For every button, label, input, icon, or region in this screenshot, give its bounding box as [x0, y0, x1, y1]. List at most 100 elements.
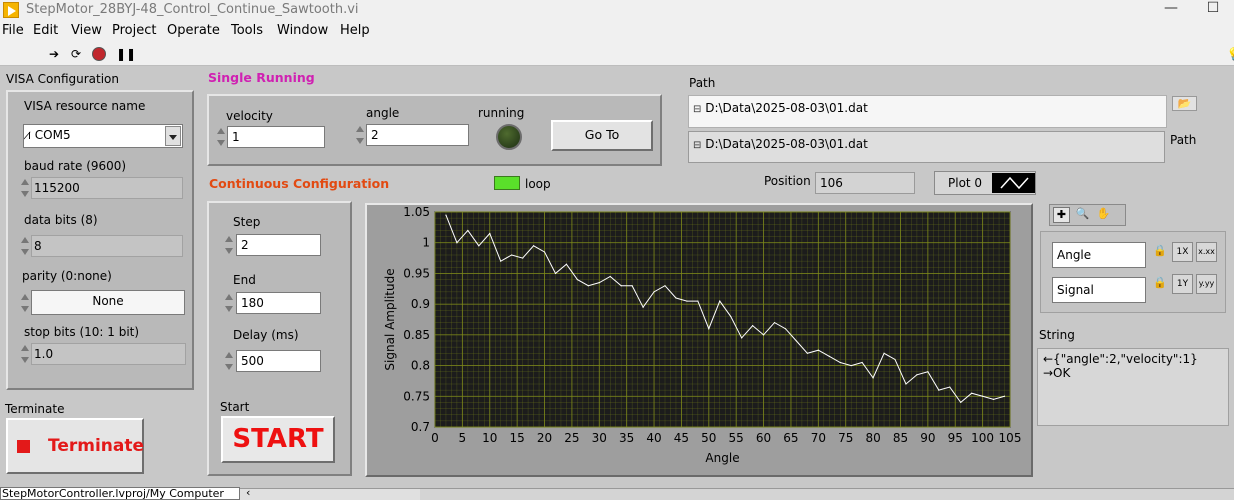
- maximize-icon[interactable]: ☐: [1198, 0, 1228, 20]
- terminate-button[interactable]: Terminate: [6, 418, 144, 474]
- graph-palette: ✚ 🔍 ✋: [1049, 204, 1126, 226]
- y-format-icon[interactable]: y.yy: [1196, 274, 1217, 294]
- signal-data-point: [456, 242, 458, 244]
- start-button[interactable]: START: [221, 416, 335, 463]
- signal-data-point: [642, 306, 644, 308]
- baud-rate-field[interactable]: 115200: [31, 177, 183, 199]
- signal-data-point: [861, 361, 863, 364]
- plot-line-style-icon: [992, 173, 1035, 193]
- visa-resource-label: VISA resource name: [24, 99, 146, 113]
- signal-data-point: [971, 392, 973, 394]
- signal-data-point: [883, 352, 885, 354]
- x-format-icon[interactable]: x.xx: [1196, 242, 1217, 262]
- single-running-title: Single Running: [208, 70, 315, 85]
- signal-data-point: [686, 300, 688, 302]
- browse-folder-icon[interactable]: 📂: [1172, 96, 1197, 111]
- menu-project[interactable]: Project: [112, 23, 156, 38]
- x-autoscale-icon[interactable]: 1X: [1172, 242, 1193, 262]
- string-label: String: [1039, 328, 1075, 342]
- angle-spinner-icon[interactable]: [355, 124, 365, 146]
- menu-view[interactable]: View: [71, 23, 102, 38]
- signal-data-point: [664, 285, 666, 287]
- plot-legend-label: Plot 0: [948, 176, 983, 190]
- terminate-button-label: Terminate: [48, 436, 145, 456]
- x-scale-name[interactable]: Angle: [1052, 242, 1146, 268]
- project-context[interactable]: StepMotorController.lvproj/My Computer: [0, 487, 240, 500]
- parity-ring[interactable]: None: [31, 290, 185, 315]
- pause-icon[interactable]: ❚❚: [116, 47, 136, 61]
- loop-led: [494, 176, 520, 190]
- stop-bits-spinner-icon[interactable]: [20, 343, 30, 365]
- stop-bits-field[interactable]: 1.0: [31, 343, 186, 365]
- zoom-icon[interactable]: 🔍: [1074, 207, 1091, 223]
- stop-square-icon: [17, 440, 30, 453]
- velocity-field[interactable]: 1: [227, 126, 325, 148]
- signal-data-point: [784, 328, 787, 330]
- menu-edit[interactable]: Edit: [33, 23, 58, 38]
- menu-file[interactable]: File: [2, 23, 24, 38]
- loop-label: loop: [525, 177, 551, 191]
- data-bits-field[interactable]: 8: [31, 235, 183, 257]
- go-to-button[interactable]: Go To: [551, 120, 653, 151]
- run-continuously-icon[interactable]: ⟳: [68, 47, 84, 61]
- path-icon: ⊟: [693, 140, 702, 151]
- velocity-spinner-icon[interactable]: [216, 126, 226, 148]
- string-line-received: →OK: [1043, 366, 1071, 380]
- menu-operate[interactable]: Operate: [167, 23, 220, 38]
- signal-data-point: [806, 352, 808, 354]
- step-field[interactable]: 2: [236, 234, 321, 256]
- signal-data-point: [708, 328, 710, 330]
- step-spinner-icon[interactable]: [224, 234, 234, 256]
- running-led: [496, 124, 522, 150]
- signal-data-point: [719, 300, 721, 302]
- horizontal-scrollbar[interactable]: [420, 489, 1234, 500]
- abort-icon[interactable]: [92, 47, 106, 61]
- path-indicator: ⊟ D:\Data\2025-08-03\01.dat: [688, 131, 1165, 163]
- signal-data-point: [675, 297, 677, 299]
- plot-legend[interactable]: Plot 0: [934, 171, 1036, 195]
- x-tick-label: 40: [646, 431, 661, 445]
- minimize-icon[interactable]: —: [1156, 0, 1186, 20]
- lock-icon[interactable]: 🔒: [1151, 244, 1169, 264]
- visa-resource-select[interactable]: I̸ COM5: [23, 124, 183, 148]
- baud-rate-spinner-icon[interactable]: [20, 177, 30, 199]
- signal-data-point: [905, 383, 907, 385]
- x-tick-label: 105: [999, 431, 1022, 445]
- continuous-title: Continuous Configuration: [209, 176, 390, 191]
- x-tick-label: 25: [564, 431, 579, 445]
- y-scale-name[interactable]: Signal: [1052, 277, 1146, 303]
- y-autoscale-icon[interactable]: 1Y: [1172, 274, 1193, 294]
- menu-tools[interactable]: Tools: [231, 23, 263, 38]
- delay-spinner-icon[interactable]: [224, 350, 234, 372]
- delay-field[interactable]: 500: [236, 350, 321, 372]
- visa-resource-value: COM5: [34, 128, 71, 142]
- signal-data-point: [949, 386, 951, 388]
- signal-data-point: [741, 337, 743, 339]
- crosshair-cursor-icon[interactable]: ✚: [1053, 207, 1070, 223]
- x-tick-label: 5: [459, 431, 467, 445]
- x-tick-label: 10: [482, 431, 497, 445]
- x-tick-label: 45: [674, 431, 689, 445]
- lightbulb-icon[interactable]: 💡: [1226, 47, 1234, 61]
- signal-data-point: [653, 291, 655, 293]
- end-field[interactable]: 180: [236, 292, 321, 314]
- menu-help[interactable]: Help: [340, 23, 370, 38]
- data-bits-spinner-icon[interactable]: [20, 235, 30, 257]
- signal-data-point: [445, 214, 447, 216]
- signal-data-point: [938, 389, 940, 391]
- path-control[interactable]: ⊟ D:\Data\2025-08-03\01.dat: [688, 95, 1167, 128]
- end-spinner-icon[interactable]: [224, 292, 234, 314]
- stop-bits-label: stop bits (10: 1 bit): [24, 325, 140, 339]
- scroll-left-icon[interactable]: ‹: [246, 486, 250, 499]
- y-axis-label: Signal Amplitude: [383, 268, 397, 370]
- lock-icon[interactable]: 🔒: [1151, 276, 1169, 296]
- parity-spinner-icon[interactable]: [20, 292, 30, 314]
- menu-window[interactable]: Window: [277, 23, 328, 38]
- run-arrow-icon[interactable]: ➔: [46, 47, 62, 61]
- pan-hand-icon[interactable]: ✋: [1095, 207, 1112, 223]
- waveform-graph[interactable]: 0 5 10 15 20 25 30 35 40 45 50 55 60 65 70 75 80 85 90 95 10…: [365, 203, 1033, 477]
- running-label: running: [478, 106, 525, 120]
- dropdown-arrow-icon[interactable]: [165, 126, 181, 146]
- angle-field[interactable]: 2: [366, 124, 469, 146]
- string-indicator: ←{"angle":2,"velocity":1} →OK: [1037, 348, 1229, 426]
